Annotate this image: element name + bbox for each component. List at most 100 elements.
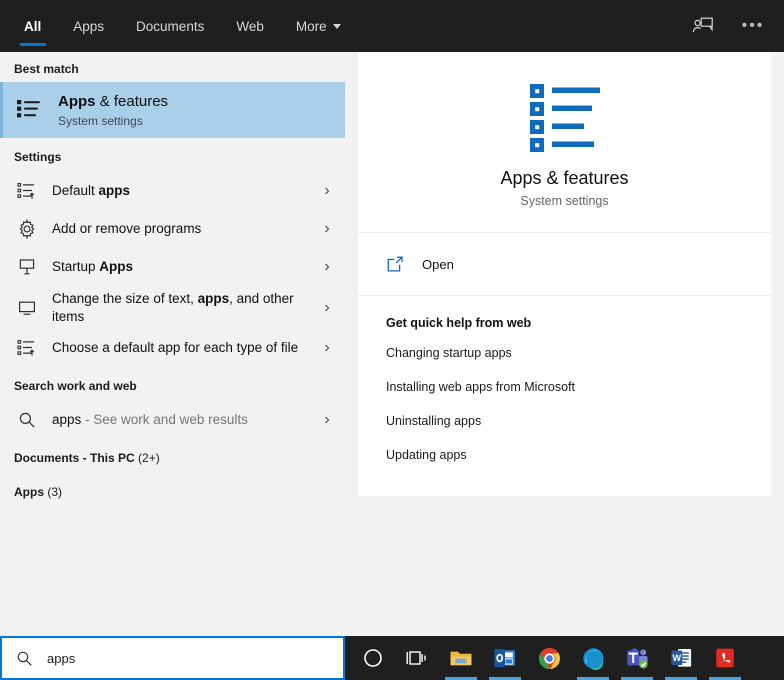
tab-all[interactable]: All [8,0,57,52]
apps-header-bold: Apps [14,485,44,499]
apps-features-large-icon [526,80,604,152]
task-view-icon [406,649,428,667]
tab-all-label: All [24,19,41,34]
taskbar-search-input[interactable]: apps [0,636,345,680]
chevron-right-icon: › [319,258,335,276]
taskbar-item-teams[interactable] [615,636,659,680]
web-result-item[interactable]: apps - See work and web results › [0,401,345,439]
tab-documents[interactable]: Documents [120,0,220,52]
apps-features-list-icon [14,95,44,125]
taskbar-item-outlook[interactable] [483,636,527,680]
settings-item-text: Change the size of text, apps, and other… [52,290,313,325]
settings-item-choose-default-app[interactable]: Choose a default app for each type of fi… [0,329,345,367]
apps-section-header: Apps (3) [0,473,345,507]
settings-item-title-bold: Apps [99,259,133,274]
web-result-text: apps - See work and web results [52,411,313,429]
acrobat-icon [714,647,736,669]
taskbar-item-file-explorer[interactable] [439,636,483,680]
tab-more[interactable]: More [280,0,357,52]
chevron-right-icon: › [319,411,335,429]
startup-monitor-icon [14,254,40,280]
result-item-subtitle: System settings [58,114,335,128]
tab-more-label: More [296,19,327,34]
settings-item-title: Choose a default app for each type of fi… [52,339,313,357]
best-match-header: Best match [0,52,345,82]
svg-text:W: W [672,653,681,663]
settings-item-title-pre: Change the size of text, [52,291,198,306]
outlook-icon [493,647,517,669]
taskbar-item-cortana[interactable] [351,636,395,680]
taskbar-item-word[interactable]: W [659,636,703,680]
help-link-uninstalling-apps[interactable]: Uninstalling apps [358,404,771,438]
documents-section-header: Documents - This PC (2+) [0,439,345,473]
settings-item-text: Add or remove programs [52,220,313,238]
settings-item-text: Startup Apps [52,258,313,276]
settings-item-title-bold: apps [99,183,131,198]
apps-header-count: (3) [44,485,62,499]
settings-item-add-remove-programs[interactable]: Add or remove programs › [0,210,345,248]
help-link-changing-startup-apps[interactable]: Changing startup apps [358,336,771,370]
search-icon [14,407,40,433]
web-result-title: apps - See work and web results [52,411,313,429]
taskbar-item-edge[interactable] [571,636,615,680]
result-item-title-bold: Apps [58,93,96,110]
open-button-label: Open [422,257,454,272]
preview-subtitle: System settings [520,194,608,208]
results-panes: Best match [0,52,784,636]
search-work-web-header: Search work and web [0,367,345,401]
tab-documents-label: Documents [136,19,204,34]
settings-section-header: Settings [0,138,345,172]
chevron-down-icon [333,24,341,29]
help-link-updating-apps[interactable]: Updating apps [358,438,771,472]
tab-web-label: Web [236,19,264,34]
windows-search-panel: All Apps Documents Web More [0,0,784,680]
edge-icon [582,647,605,670]
taskbar: apps [0,636,784,680]
settings-item-change-text-size[interactable]: Change the size of text, apps, and other… [0,286,345,329]
chevron-right-icon: › [319,182,335,200]
results-list-pane: Best match [0,52,345,636]
settings-item-title: Startup Apps [52,258,313,276]
tab-active-indicator [20,43,46,46]
settings-item-title: Change the size of text, apps, and other… [52,290,313,325]
open-button[interactable]: Open [358,245,771,283]
default-apps-list-icon [14,178,40,204]
result-item-apps-and-features[interactable]: Apps & features System settings [0,82,345,138]
file-explorer-icon [449,647,473,669]
preview-pane: Apps & features System settings Open [358,52,784,636]
help-link-installing-web-apps[interactable]: Installing web apps from Microsoft [358,370,771,404]
settings-item-title: Default apps [52,182,313,200]
web-result-query: apps [52,412,81,427]
chevron-right-icon: › [319,220,335,238]
taskbar-app-list: W [345,636,747,680]
ellipsis-icon[interactable]: ••• [736,9,770,43]
settings-item-title: Add or remove programs [52,220,313,238]
teams-icon [625,647,649,669]
person-feedback-icon[interactable] [686,9,720,43]
taskbar-item-acrobat[interactable] [703,636,747,680]
documents-header-count: (2+) [135,451,160,465]
settings-item-title-pre: Startup [52,259,99,274]
search-icon [16,650,33,667]
chevron-right-icon: › [319,339,335,357]
web-result-suffix: - See work and web results [81,412,248,427]
taskbar-item-chrome[interactable] [527,636,571,680]
tab-apps[interactable]: Apps [57,0,120,52]
taskbar-item-task-view[interactable] [395,636,439,680]
cortana-icon [363,648,383,668]
more-options-label: ••• [742,18,765,34]
tab-apps-label: Apps [73,19,104,34]
settings-item-startup-apps[interactable]: Startup Apps › [0,248,345,286]
search-filter-tabs-bar: All Apps Documents Web More [0,0,784,52]
documents-header-bold: Documents - This PC [14,451,135,465]
result-item-text: Apps & features System settings [58,92,335,128]
result-item-title-rest: & features [96,93,169,110]
tab-web[interactable]: Web [220,0,280,52]
settings-item-default-apps[interactable]: Default apps › [0,172,345,210]
quick-help-section: Get quick help from web Changing startup… [358,296,771,496]
search-input-value: apps [47,651,75,666]
open-external-icon [384,253,406,275]
settings-item-text: Choose a default app for each type of fi… [52,339,313,357]
settings-item-text: Default apps [52,182,313,200]
topbar-actions: ••• [686,0,784,52]
